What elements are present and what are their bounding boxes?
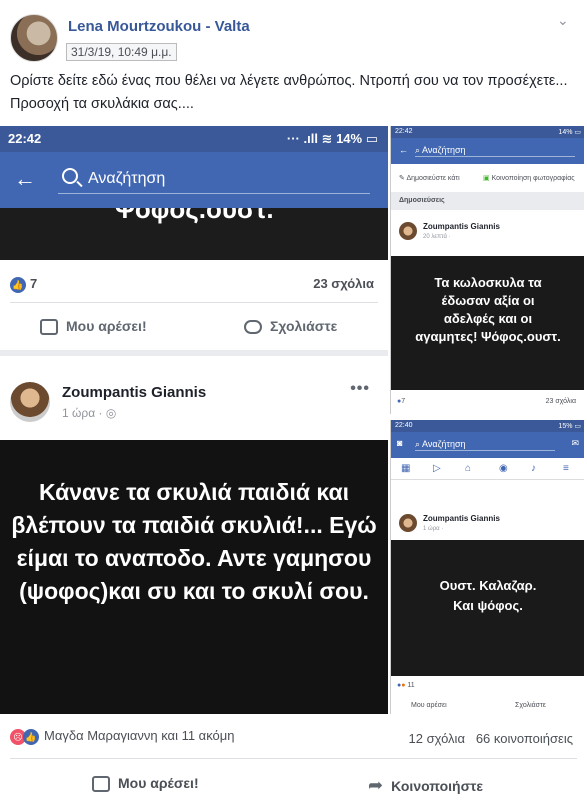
search-input: ⌕ Αναζήτηση	[415, 439, 555, 451]
like-reaction-icon: 👍	[23, 728, 39, 745]
poster-avatar	[399, 514, 417, 532]
back-arrow-icon: ←	[14, 166, 36, 191]
status-time: 22:42	[8, 131, 42, 146]
back-arrow-icon: ←	[399, 145, 408, 155]
comment-count: 23 σχόλια	[545, 398, 576, 405]
chevron-down-icon[interactable]: ⌄	[557, 12, 569, 29]
share-icon: ➦	[368, 775, 384, 795]
previous-post-footer: 👍 7 23 σχόλια Μου αρέσει! Σχολιάστε	[0, 260, 388, 350]
author-name[interactable]: Lena Mourtzoukou - Valta	[68, 18, 250, 35]
phone-status-bar: 22:42 14% ▭	[391, 126, 584, 138]
fb-search-bar: ◙ ⌕ Αναζήτηση ✉	[391, 432, 584, 458]
post-image-text: Τα κωλοσκυλα τα έδωσαν αξία οι αδελφές κ…	[391, 256, 584, 390]
comment-action: Σχολιάστε	[515, 702, 546, 709]
post-something-action: ✎ Δημοσιεύστε κάτι	[399, 175, 460, 182]
reactors-text: Μαγδα Μαραγιαννη και 11 ακόμη	[44, 728, 235, 743]
camera-icon: ◙	[397, 438, 403, 448]
news-feed-icon: ▦	[401, 463, 411, 474]
poster-name: Zoumpantis Giannis	[423, 222, 500, 231]
shared-screenshot-top-right: 22:42 14% ▭ ← ⌕ Αναζήτηση ✎ Δημοσιεύστε …	[390, 126, 584, 414]
previous-post-image: Ψόφος.ουστ.	[0, 208, 388, 260]
section-header: Δημοσιεύσεις	[391, 192, 584, 210]
like-count: 👍 7	[10, 276, 37, 293]
like-action: Μου αρέσει!	[40, 318, 147, 336]
poster-name: Zoumpantis Giannis	[423, 514, 500, 523]
post-text: Ορίστε δείτε εδώ ένας που θέλει να λέγετ…	[10, 73, 568, 112]
comment-count: 23 σχόλια	[313, 276, 374, 291]
more-options-icon: •••	[350, 380, 370, 397]
post-image-text: Κάνανε τα σκυλιά παιδιά και βλέπουν τα π…	[0, 440, 388, 714]
comments-count[interactable]: 12 σχόλια	[409, 731, 465, 746]
post-time: 1 ώρα · ◎	[62, 406, 117, 420]
post-date[interactable]: 31/3/19, 10:49 μ.μ.	[66, 43, 177, 61]
video-icon: ▷	[433, 463, 441, 474]
battery-level: ··· .ıll ≋ 14% ▭	[286, 131, 378, 146]
like-count: ●7	[397, 398, 406, 405]
fb-search-bar: ← Αναζήτηση	[0, 152, 388, 208]
messenger-icon: ✉	[571, 438, 579, 448]
divider	[10, 758, 577, 759]
share-button[interactable]: ➦ Κοινοποιήστε	[368, 775, 483, 796]
phone-status-bar: 22:40 15% ▭	[391, 420, 584, 432]
reaction-count: ●● 11	[397, 682, 415, 689]
marketplace-icon: ⌂	[465, 463, 472, 474]
post-image-text: Ουστ. Καλαζαρ. Και ψόφος.	[391, 540, 584, 676]
shared-screenshot-bottom-right: 22:40 15% ▭ ◙ ⌕ Αναζήτηση ✉ ▦ ▷ ⌂ ◉ ♪ ≡ …	[390, 420, 584, 714]
shared-screenshot-main: 22:42 ··· .ıll ≋ 14% ▭ ← Αναζήτηση Ψόφος…	[0, 126, 388, 714]
post-time: 20 λεπτά ·	[423, 234, 451, 240]
thumbs-up-icon	[40, 319, 58, 336]
search-input: Αναζήτηση	[58, 164, 370, 194]
post-time: 1 ώρα ·	[423, 526, 444, 532]
poster-avatar	[10, 382, 50, 422]
author-avatar[interactable]	[10, 14, 58, 62]
thumbs-up-icon	[92, 776, 110, 793]
post-stats: 12 σχόλια 66 κοινοποιήσεις	[409, 731, 574, 746]
search-input: ⌕ Αναζήτηση	[415, 145, 575, 157]
phone-status-bar: 22:42 ··· .ıll ≋ 14% ▭	[0, 126, 388, 152]
notifications-icon: ♪	[531, 463, 536, 474]
like-reaction-icon: 👍	[10, 276, 26, 293]
share-photo-action: ▣ Κοινοποίηση φωτογραφίας	[483, 175, 575, 182]
like-action: Μου αρέσει	[411, 702, 447, 709]
nav-icons-row: ▦ ▷ ⌂ ◉ ♪ ≡	[391, 458, 584, 480]
like-button[interactable]: Μου αρέσει!	[92, 775, 199, 793]
divider	[10, 302, 378, 303]
reactions-summary[interactable]: ☹ 👍 Μαγδα Μαραγιαννη και 11 ακόμη	[10, 728, 234, 745]
comment-icon	[244, 320, 262, 335]
profile-icon: ◉	[499, 463, 508, 474]
post-header: Zoumpantis Giannis 1 ώρα · ◎ •••	[0, 356, 388, 440]
shares-count[interactable]: 66 κοινοποιήσεις	[476, 731, 573, 746]
poster-avatar	[399, 222, 417, 240]
menu-icon: ≡	[563, 463, 569, 474]
globe-icon: ◎	[105, 406, 117, 420]
fb-search-bar: ← ⌕ Αναζήτηση	[391, 138, 584, 164]
comment-action: Σχολιάστε	[244, 318, 337, 335]
poster-name: Zoumpantis Giannis	[62, 384, 207, 401]
